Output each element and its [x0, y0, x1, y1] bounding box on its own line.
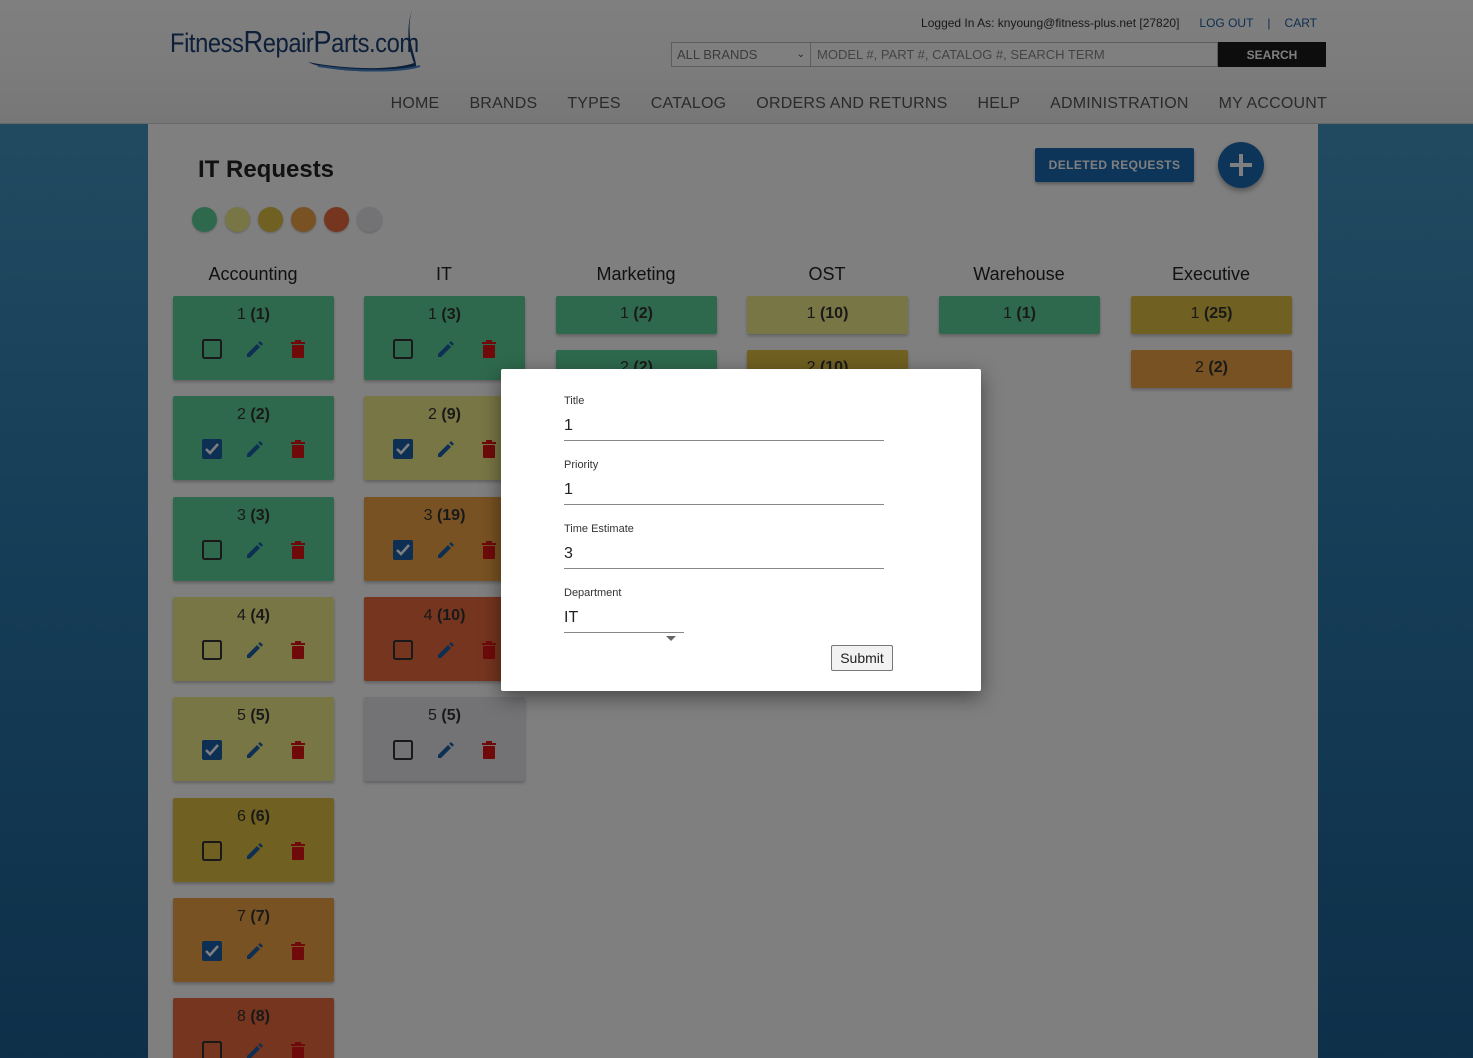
priority-input[interactable]: 1 [564, 481, 884, 505]
department-value: IT [564, 609, 684, 633]
department-field: Department IT [564, 587, 884, 641]
time-estimate-label: Time Estimate [564, 523, 634, 535]
department-label: Department [564, 587, 622, 599]
title-field: Title 1 [564, 395, 884, 441]
time-estimate-field: Time Estimate 3 [564, 523, 884, 569]
request-form-modal: Title 1 Priority 1 Time Estimate 3 Depar… [501, 369, 981, 691]
title-label: Title [564, 395, 585, 407]
time-estimate-input[interactable]: 3 [564, 545, 884, 569]
priority-field: Priority 1 [564, 459, 884, 505]
title-input[interactable]: 1 [564, 417, 884, 441]
priority-label: Priority [564, 459, 599, 471]
department-select[interactable]: IT [564, 609, 684, 641]
submit-button[interactable]: Submit [831, 645, 893, 671]
dropdown-arrow-icon [666, 636, 676, 641]
